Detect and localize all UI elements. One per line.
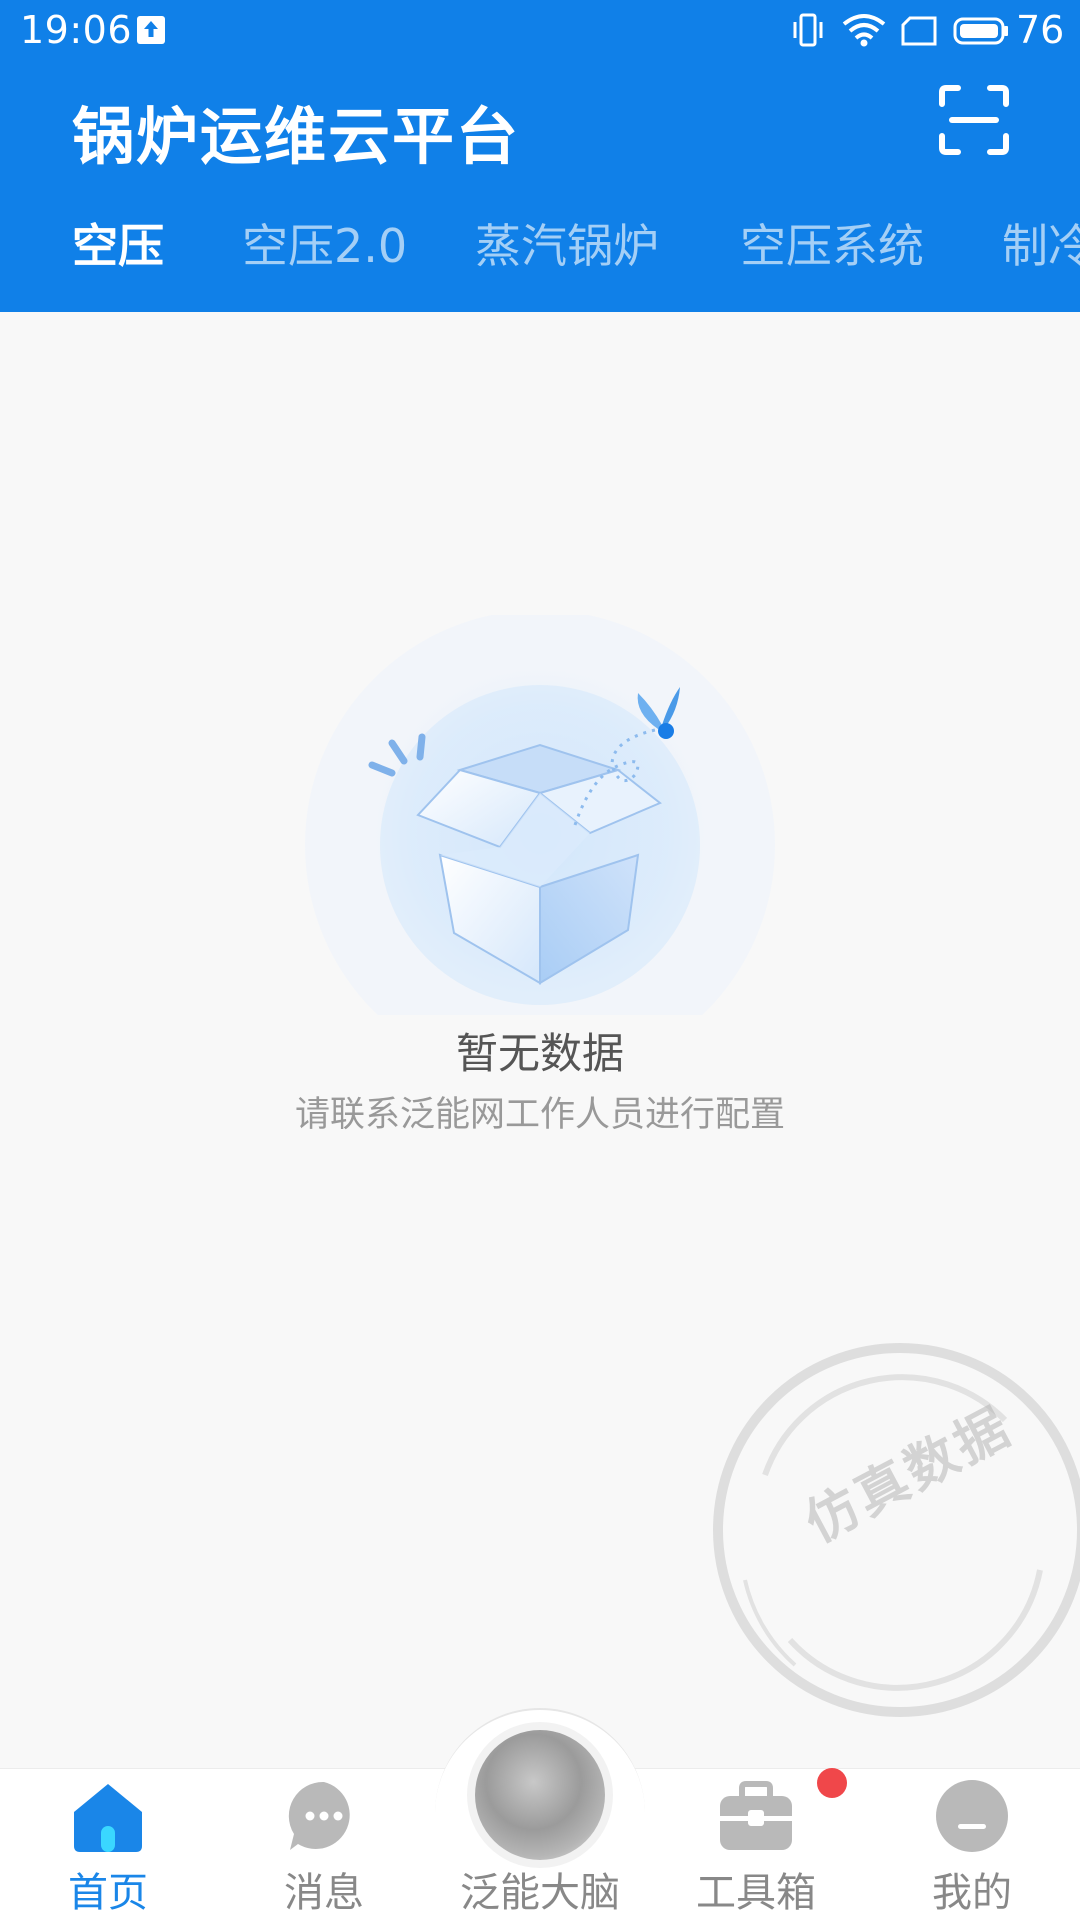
home-icon xyxy=(74,1784,142,1852)
scan-icon[interactable] xyxy=(938,84,1010,156)
empty-state-subtitle: 请联系泛能网工作人员进行配置 xyxy=(294,1095,785,1135)
tab-refrigeration[interactable]: 制冷 xyxy=(1002,206,1080,286)
simulated-data-stamp xyxy=(713,1343,1080,1717)
toolbox-badge xyxy=(817,1768,847,1798)
tab-air-system[interactable]: 空压系统 xyxy=(740,206,924,286)
nav-profile[interactable]: 我的 xyxy=(872,1768,1072,1920)
toolbox-icon xyxy=(720,1781,792,1850)
nav-profile-label: 我的 xyxy=(932,1870,1012,1916)
status-time: 19:06 xyxy=(20,8,133,52)
tab-kongya[interactable]: 空压 xyxy=(72,206,164,286)
header: 19:06 76 锅炉运维云平台 空压 空压2.0 蒸汽锅炉 空压系统 制冷 xyxy=(0,0,1080,312)
message-icon xyxy=(288,1781,350,1850)
nav-home-label: 首页 xyxy=(68,1870,148,1916)
empty-box-illustration xyxy=(305,615,775,1015)
nav-messages[interactable]: 消息 xyxy=(224,1768,424,1920)
tab-kongya-2[interactable]: 空压2.0 xyxy=(242,206,407,286)
page-title: 锅炉运维云平台 xyxy=(72,100,521,173)
category-tabs: 空压 空压2.0 蒸汽锅炉 空压系统 制冷 xyxy=(0,206,1080,286)
nav-toolbox-label: 工具箱 xyxy=(696,1870,816,1916)
nav-brain[interactable]: 泛能大脑 xyxy=(440,1768,640,1920)
battery-icon xyxy=(953,17,1008,45)
wifi-icon xyxy=(842,14,886,47)
app-root: 19:06 76 锅炉运维云平台 空压 空压2.0 蒸汽锅炉 空压系统 制冷 暂… xyxy=(0,0,1080,1920)
upload-notification-icon xyxy=(137,16,165,44)
nav-messages-label: 消息 xyxy=(284,1870,364,1916)
tab-steam-boiler[interactable]: 蒸汽锅炉 xyxy=(475,206,659,286)
empty-state-title: 暂无数据 xyxy=(455,1029,624,1078)
profile-icon xyxy=(936,1780,1008,1852)
status-bar: 19:06 76 xyxy=(0,0,1080,62)
sim-card-icon xyxy=(901,16,937,46)
vibrate-icon xyxy=(793,13,823,47)
nav-brain-label: 泛能大脑 xyxy=(460,1870,620,1916)
battery-level: 76 xyxy=(1016,8,1065,52)
nav-home[interactable]: 首页 xyxy=(8,1768,208,1920)
